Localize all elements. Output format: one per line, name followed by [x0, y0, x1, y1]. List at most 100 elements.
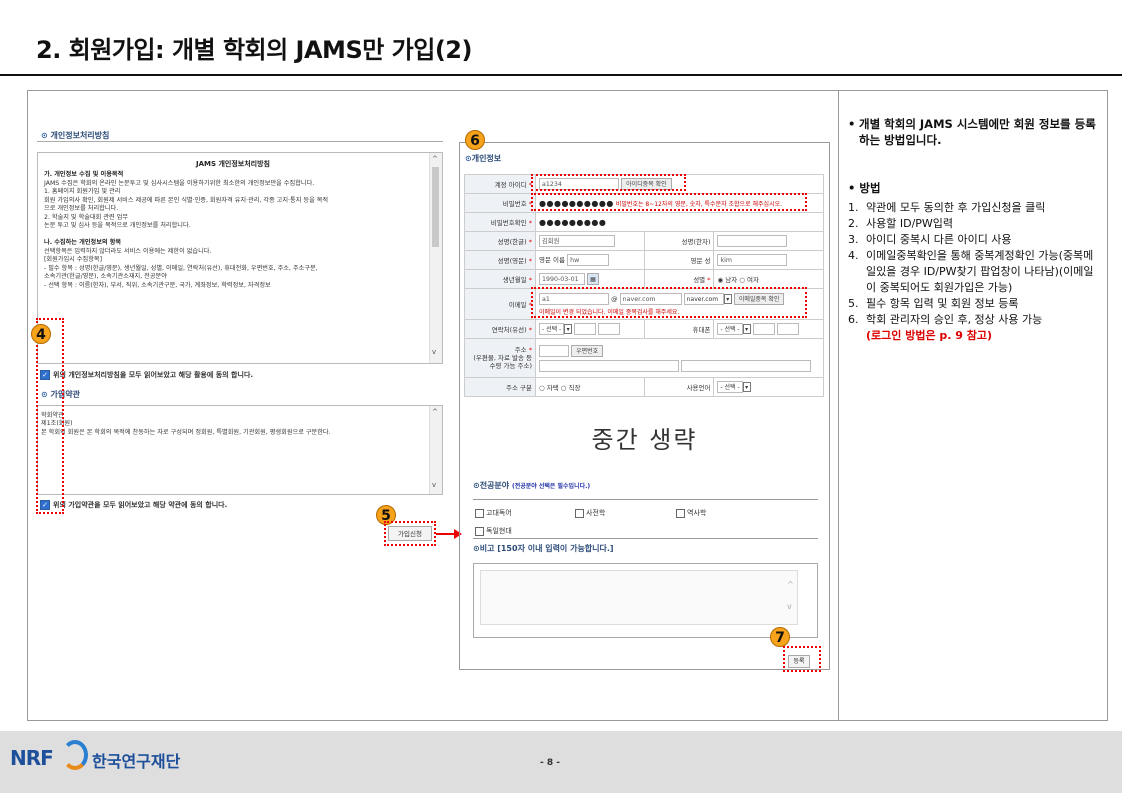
gender-female-radio[interactable]: ○	[739, 276, 745, 284]
language-select[interactable]: - 선택 -	[717, 381, 743, 393]
privacy-agree-label: 위의 개인정보처리방침을 모두 읽어보았고 해당 활용에 동의 합니다.	[53, 371, 254, 379]
step-text: 약관에 모두 동의한 후 가입신청을 클릭	[866, 201, 1046, 214]
step-text: 학회 관리자의 승인 후, 정상 사용 가능	[866, 313, 1043, 326]
chevron-down-icon[interactable]: ▾	[564, 324, 573, 334]
bullet-icon: •	[848, 117, 856, 131]
zipcode-input[interactable]	[539, 344, 569, 357]
privacy-line: 회원 가입의사 확인, 회원제 서비스 제공에 따른 본인 식별·인증, 회원자…	[44, 196, 329, 204]
zipcode-button[interactable]: 우편번호	[571, 344, 604, 357]
step-text: 이메일중복확인을 통해 중복계정확인 가능(중복메일있을 경우 ID/PW찾기 …	[866, 249, 1094, 294]
bullet-icon: •	[848, 181, 860, 195]
apply-button[interactable]: 가입신청	[388, 526, 432, 541]
bullet-icon: ⊙	[473, 481, 480, 490]
privacy-line: JAMS 수집은 학회의 온라인 논문투고 및 심사시스템을 이용하기위한 최소…	[44, 179, 315, 187]
label-email: 이메일	[508, 301, 527, 309]
phone-last-input[interactable]	[598, 323, 621, 335]
first-name-label: 영문 이름	[539, 256, 565, 264]
chevron-down-icon[interactable]: ▾	[742, 324, 751, 334]
major-option[interactable]: 독일현대	[475, 526, 512, 536]
major-option[interactable]: 사전학	[575, 508, 605, 518]
note-section-title-text: 비고 [150자 이내 입력이 가능합니다.]	[479, 544, 614, 553]
name-kr-input[interactable]: 김회원	[539, 235, 615, 247]
password-confirm-input[interactable]: ●●●●●●●●●	[539, 218, 606, 227]
first-name-input[interactable]: hw	[567, 254, 610, 266]
checkbox-icon[interactable]	[475, 508, 484, 518]
scroll-down-icon[interactable]: v	[432, 348, 436, 356]
frame-divider	[838, 90, 839, 721]
scroll-down-icon[interactable]: v	[432, 481, 436, 489]
step-number: 2.	[848, 217, 859, 230]
arrow-line	[436, 533, 456, 535]
address-work-label: 직장	[568, 384, 581, 392]
step-number: 6.	[848, 313, 859, 326]
checkbox-icon[interactable]	[475, 526, 484, 536]
note-textarea[interactable]	[480, 570, 798, 625]
privacy-text: 가. 개인정보 수집 및 이용목적 JAMS 수집은 학회의 온라인 논문투고 …	[44, 171, 328, 290]
mobile-mid-input[interactable]	[752, 323, 775, 335]
last-name-input[interactable]: kim	[717, 254, 788, 266]
address-home-radio[interactable]: ○	[539, 384, 545, 392]
gender-female-label: 여자	[747, 276, 759, 284]
scrollbar[interactable]: ^ v	[429, 153, 442, 363]
privacy-section-title: ⊙ 개인정보처리방침	[41, 130, 109, 141]
step-badge-6: 6	[465, 130, 485, 150]
name-hanja-input[interactable]	[717, 235, 788, 247]
page-number: - 8 -	[540, 758, 560, 768]
bullet-icon: ⊙	[41, 131, 51, 140]
address2-input[interactable]	[681, 359, 812, 372]
checkbox-icon[interactable]	[575, 508, 584, 518]
method-step: 1. 약관에 모두 동의한 후 가입신청을 클릭	[848, 200, 1098, 216]
step-text: 아이디 중복시 다른 아이디 사용	[866, 233, 1012, 246]
register-button[interactable]: 등록	[788, 655, 810, 668]
intro-text: • 개별 학회의 JAMS 시스템에만 회원 정보를 등록하는 방법입니다.	[848, 116, 1098, 148]
label-birth: 생년월일	[502, 276, 527, 284]
label-mobile: 휴대폰	[644, 319, 715, 339]
terms-box[interactable]: 학회약관 제1조(회원) 본 학회의 회원은 본 학회의 목적에 찬동하는 자로…	[37, 405, 443, 495]
privacy-line: 1. 홈페이지 회원가입 및 관리	[44, 188, 121, 195]
highlight-box-4	[36, 318, 64, 514]
scroll-up-icon[interactable]: ^	[432, 408, 438, 416]
mobile-last-input[interactable]	[776, 323, 799, 335]
scrollbar[interactable]: ^ v	[429, 406, 442, 494]
method-steps: 1. 약관에 모두 동의한 후 가입신청을 클릭 2. 사용할 ID/PW입력 3.…	[848, 200, 1098, 344]
major-required-note: (전공분야 선택은 필수입니다.)	[511, 483, 591, 490]
terms-line: 본 학회의 회원은 본 학회의 목적에 찬동하는 자로 구성되며 정회원, 특별…	[41, 429, 331, 436]
label-address-type: 주소 구분	[506, 384, 532, 392]
phone-mid-input[interactable]	[574, 323, 597, 335]
label-address: 주소	[514, 346, 527, 354]
step-number: 4.	[848, 249, 859, 262]
birth-input[interactable]: 1990-03-01	[539, 273, 585, 285]
mobile-select[interactable]: - 선택 -	[717, 323, 743, 335]
major-option-label: 고대독어	[486, 509, 512, 517]
checkbox-icon[interactable]	[676, 508, 685, 518]
step-badge-7: 7	[770, 627, 790, 647]
nrf-logo: NRF	[10, 746, 54, 770]
chevron-down-icon[interactable]: ▾	[742, 382, 751, 392]
note-section-title: ⊙비고 [150자 이내 입력이 가능합니다.]	[473, 543, 614, 554]
label-address-sub2: 수령 가능 주소)	[489, 362, 532, 370]
label-address-sub: (우편물, 자료 발송 등	[473, 354, 532, 362]
label-name-kr: 성명(한글)	[497, 238, 527, 246]
phone-select[interactable]: - 선택 -	[539, 323, 565, 335]
calendar-icon[interactable]: ▦	[587, 273, 599, 285]
gender-male-radio[interactable]: ◉	[717, 276, 723, 284]
privacy-box-title: JAMS 개인정보처리방침	[196, 160, 270, 168]
scroll-thumb[interactable]	[432, 167, 439, 247]
major-option[interactable]: 고대독어	[475, 508, 512, 518]
major-option[interactable]: 역사학	[676, 508, 706, 518]
privacy-line: [회원가입시 수집항목]	[44, 256, 103, 263]
omitted-text: 중간 생략	[591, 426, 698, 454]
bullet-icon: ⊙	[473, 544, 480, 553]
title-rule	[0, 74, 1122, 76]
privacy-policy-box[interactable]: JAMS 개인정보처리방침 가. 개인정보 수집 및 이용목적 JAMS 수집은…	[37, 152, 443, 364]
scroll-up-icon[interactable]: ^	[787, 580, 794, 589]
method-step-note: (로그인 방법은 p. 9 참고)	[848, 328, 1098, 344]
scroll-up-icon[interactable]: ^	[432, 155, 438, 163]
scroll-down-icon[interactable]: v	[787, 602, 792, 611]
privacy-line: - 선택 항목 : 이름(한자), 부서, 직위, 소속기관구분, 국가, 계좌…	[44, 281, 271, 289]
highlight-box-id	[531, 174, 686, 191]
step-text: 사용할 ID/PW입력	[866, 217, 954, 230]
address1-input[interactable]	[539, 359, 679, 372]
address-work-radio[interactable]: ○	[561, 384, 567, 392]
major-option-label: 역사학	[687, 509, 707, 517]
